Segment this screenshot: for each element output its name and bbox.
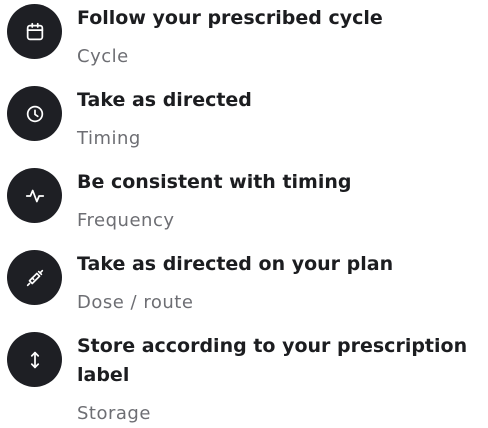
item-title: Follow your prescribed cycle — [77, 7, 383, 29]
vertical-arrows-icon — [7, 332, 62, 387]
syringe-icon — [7, 250, 62, 305]
clock-icon — [7, 86, 62, 141]
item-title: Store according to your prescription lab… — [77, 335, 468, 386]
item-subtitle: Cycle — [77, 46, 129, 67]
item-title: Take as directed on your plan — [77, 253, 394, 275]
item-title: Be consistent with timing — [77, 171, 352, 193]
item-title: Take as directed — [77, 89, 252, 111]
item-subtitle: Dose / route — [77, 292, 194, 313]
calendar-icon — [7, 4, 62, 59]
item-subtitle: Frequency — [77, 210, 175, 231]
instruction-list: Follow your prescribed cycle Cycle Take … — [0, 0, 488, 428]
item-subtitle: Storage — [77, 403, 151, 424]
pulse-icon — [7, 168, 62, 223]
item-subtitle: Timing — [77, 128, 141, 149]
